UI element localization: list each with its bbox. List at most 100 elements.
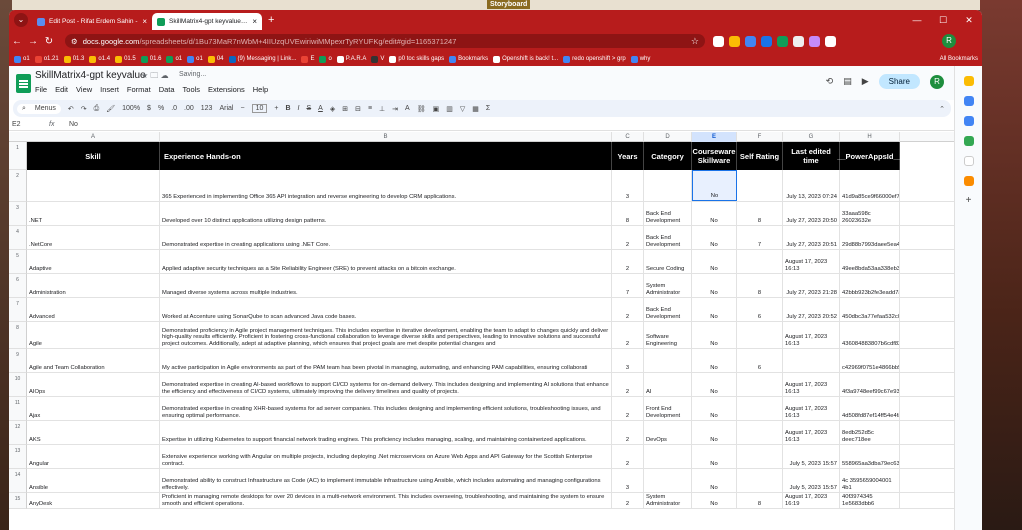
- extension-icon[interactable]: [809, 35, 820, 47]
- bookmark-item[interactable]: o1: [14, 55, 30, 63]
- table-cell[interactable]: 6: [737, 349, 783, 372]
- table-cell[interactable]: No: [692, 250, 737, 273]
- addon-icon[interactable]: [963, 176, 974, 186]
- reload-icon[interactable]: ↻: [41, 36, 57, 47]
- tab-search-icon[interactable]: ⌄: [14, 13, 28, 27]
- table-cell[interactable]: [644, 170, 692, 201]
- comment-icon[interactable]: ▣: [433, 105, 440, 113]
- tab-skillmatrix[interactable]: SkillMatrix4-gpt keyvalue - Go ×: [152, 13, 262, 30]
- column-header[interactable]: G: [783, 132, 840, 142]
- undo-icon[interactable]: ↶: [68, 105, 74, 113]
- bookmark-item[interactable]: P.A.R.A: [336, 55, 366, 63]
- table-cell[interactable]: July 13, 2023 07:24: [783, 170, 840, 201]
- table-cell[interactable]: [737, 170, 783, 201]
- views-icon[interactable]: ▦: [472, 105, 479, 113]
- column-header[interactable]: F: [737, 132, 783, 142]
- row-header[interactable]: 9: [9, 349, 27, 373]
- table-cell[interactable]: No: [692, 397, 737, 420]
- percent-button[interactable]: %: [158, 105, 164, 112]
- table-cell[interactable]: 29d88b7993daee5ea43: [840, 226, 900, 249]
- row-header[interactable]: 8: [9, 322, 27, 349]
- bookmark-item[interactable]: 01.6: [140, 55, 161, 63]
- move-icon[interactable]: 🗀: [150, 71, 158, 80]
- filter-icon[interactable]: ▽: [460, 105, 465, 113]
- table-cell[interactable]: [644, 445, 692, 468]
- table-cell[interactable]: c42969f0751e4866bb5ec9fbce: [840, 349, 900, 372]
- bold-button[interactable]: B: [285, 105, 290, 112]
- row-header[interactable]: 5: [9, 250, 27, 274]
- column-header[interactable]: C: [612, 132, 644, 142]
- avatar[interactable]: R: [930, 74, 944, 89]
- table-cell[interactable]: No: [692, 373, 737, 396]
- increase-decimal-button[interactable]: .00: [184, 105, 194, 112]
- table-cell[interactable]: 42bbb923b2fe3eadd7a8: [840, 274, 900, 297]
- row-header[interactable]: 15: [9, 493, 27, 509]
- table-cell[interactable]: July 5, 2023 15:57: [783, 469, 840, 492]
- table-cell[interactable]: AI: [644, 373, 692, 396]
- table-cell[interactable]: July 27, 2023 21:28: [783, 274, 840, 297]
- merge-icon[interactable]: ⊟: [355, 105, 361, 113]
- table-cell[interactable]: 3: [612, 469, 644, 492]
- font-size-input[interactable]: 10: [251, 104, 268, 113]
- table-cell[interactable]: August 17, 2023 16:13: [783, 421, 840, 444]
- table-cell[interactable]: Angular: [27, 445, 160, 468]
- table-cell[interactable]: 8: [612, 202, 644, 225]
- tasks-icon[interactable]: [963, 96, 974, 106]
- close-window-icon[interactable]: ✕: [956, 15, 982, 26]
- bookmark-item[interactable]: 01.5: [115, 55, 136, 63]
- table-cell[interactable]: 2: [612, 250, 644, 273]
- functions-icon[interactable]: Σ: [486, 105, 490, 112]
- table-cell[interactable]: Demonstrated expertise in creating AI-ba…: [160, 373, 612, 396]
- bookmark-item[interactable]: p0 toc skills gaps: [389, 55, 444, 63]
- extension-icon[interactable]: [729, 35, 740, 47]
- row-header[interactable]: 1: [9, 142, 27, 170]
- table-cell[interactable]: No: [692, 274, 737, 297]
- menu-help[interactable]: Help: [253, 85, 268, 94]
- table-cell[interactable]: Demonstrated expertise in creating XHR-b…: [160, 397, 612, 420]
- table-cell[interactable]: August 17, 2023 16:13: [783, 397, 840, 420]
- table-cell[interactable]: 8: [737, 274, 783, 297]
- table-cell[interactable]: [737, 322, 783, 348]
- table-cell[interactable]: 8: [737, 202, 783, 225]
- close-icon[interactable]: ×: [142, 17, 147, 26]
- profile-avatar[interactable]: R: [942, 34, 956, 48]
- table-cell[interactable]: No: [692, 202, 737, 225]
- header-cell[interactable]: Self Rating: [737, 142, 783, 170]
- all-bookmarks[interactable]: All Bookmarks: [940, 56, 978, 62]
- menu-edit[interactable]: Edit: [55, 85, 68, 94]
- currency-button[interactable]: $: [147, 105, 151, 112]
- menu-data[interactable]: Data: [159, 85, 175, 94]
- menu-format[interactable]: Format: [127, 85, 151, 94]
- table-cell[interactable]: My active participation in Agile environ…: [160, 349, 612, 372]
- link-icon[interactable]: ⛓: [417, 105, 426, 113]
- table-cell[interactable]: 8edb252d5c deec718ee: [840, 421, 900, 444]
- table-cell[interactable]: No: [692, 298, 737, 321]
- table-cell[interactable]: Managed diverse systems across multiple …: [160, 274, 612, 297]
- table-cell[interactable]: Expertise in utilizing Kubernetes to sup…: [160, 421, 612, 444]
- table-cell[interactable]: AnyDesk: [27, 493, 160, 508]
- menus-search[interactable]: ⌕ Menus: [17, 103, 61, 114]
- document-title[interactable]: SkillMatrix4-gpt keyvalue: [35, 70, 146, 81]
- keep-icon[interactable]: [963, 76, 974, 86]
- extensions-puzzle-icon[interactable]: [825, 35, 836, 47]
- new-tab-button[interactable]: +: [268, 14, 274, 26]
- bookmark-item[interactable]: why: [630, 55, 650, 63]
- table-cell[interactable]: 365 Experienced in implementing Office 3…: [160, 170, 612, 201]
- row-header[interactable]: 3: [9, 202, 27, 226]
- table-cell[interactable]: [27, 170, 160, 201]
- table-cell[interactable]: 2: [612, 421, 644, 444]
- header-cell[interactable]: Category: [644, 142, 692, 170]
- row-header[interactable]: 10: [9, 373, 27, 397]
- header-cell[interactable]: Last edited time: [783, 142, 840, 170]
- wrap-icon[interactable]: ⇥: [392, 105, 398, 113]
- table-cell[interactable]: Demonstrated ability to construct Infras…: [160, 469, 612, 492]
- font-size-increase[interactable]: +: [274, 105, 278, 112]
- back-icon[interactable]: ←: [9, 36, 25, 47]
- table-cell[interactable]: 4f3a9748eef99c67e93c: [840, 373, 900, 396]
- bookmark-item[interactable]: 01.3: [63, 55, 84, 63]
- table-cell[interactable]: [737, 469, 783, 492]
- bookmark-item[interactable]: E: [301, 55, 314, 63]
- table-cell[interactable]: 4d508fd87ef14ff54e4fab: [840, 397, 900, 420]
- table-cell[interactable]: July 27, 2023 20:50: [783, 202, 840, 225]
- contacts-icon[interactable]: [963, 116, 974, 126]
